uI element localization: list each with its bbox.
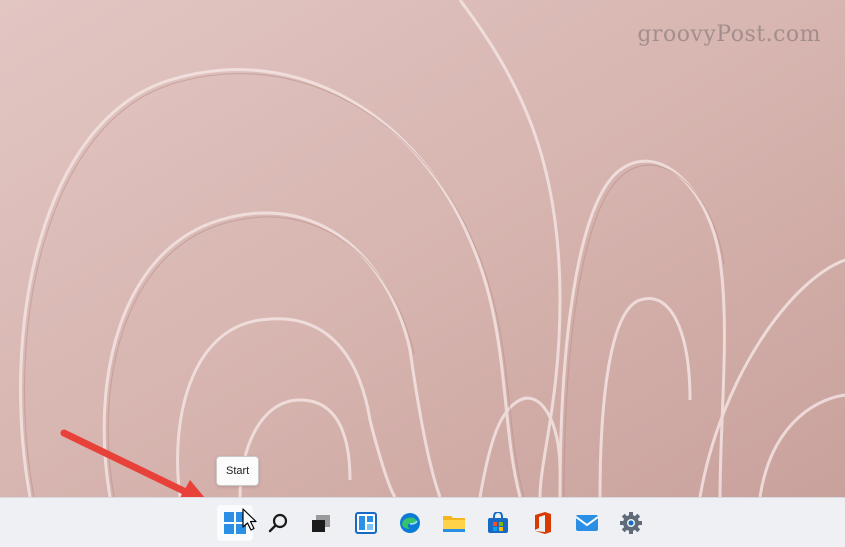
mail-icon	[575, 515, 599, 531]
settings-button[interactable]	[613, 505, 649, 541]
search-icon	[268, 513, 288, 533]
search-button[interactable]	[261, 505, 297, 541]
task-view-icon	[312, 515, 330, 532]
widgets-icon	[355, 512, 377, 534]
edge-button[interactable]	[392, 505, 428, 541]
edge-icon	[400, 513, 420, 533]
wallpaper-bloom	[0, 0, 845, 497]
desktop-wallpaper: groovyPost.com	[0, 0, 845, 497]
watermark: groovyPost.com	[637, 22, 821, 47]
taskbar	[0, 497, 845, 547]
folder-icon	[443, 516, 465, 532]
office-icon	[535, 512, 551, 534]
widgets-button[interactable]	[348, 505, 384, 541]
start-tooltip: Start	[216, 456, 260, 486]
mail-button[interactable]	[569, 505, 605, 541]
gear-icon	[620, 512, 642, 534]
store-icon	[488, 512, 508, 533]
task-view-button[interactable]	[303, 505, 339, 541]
office-button[interactable]	[524, 505, 560, 541]
file-explorer-button[interactable]	[436, 505, 472, 541]
store-button[interactable]	[480, 505, 516, 541]
mouse-cursor	[242, 508, 257, 531]
